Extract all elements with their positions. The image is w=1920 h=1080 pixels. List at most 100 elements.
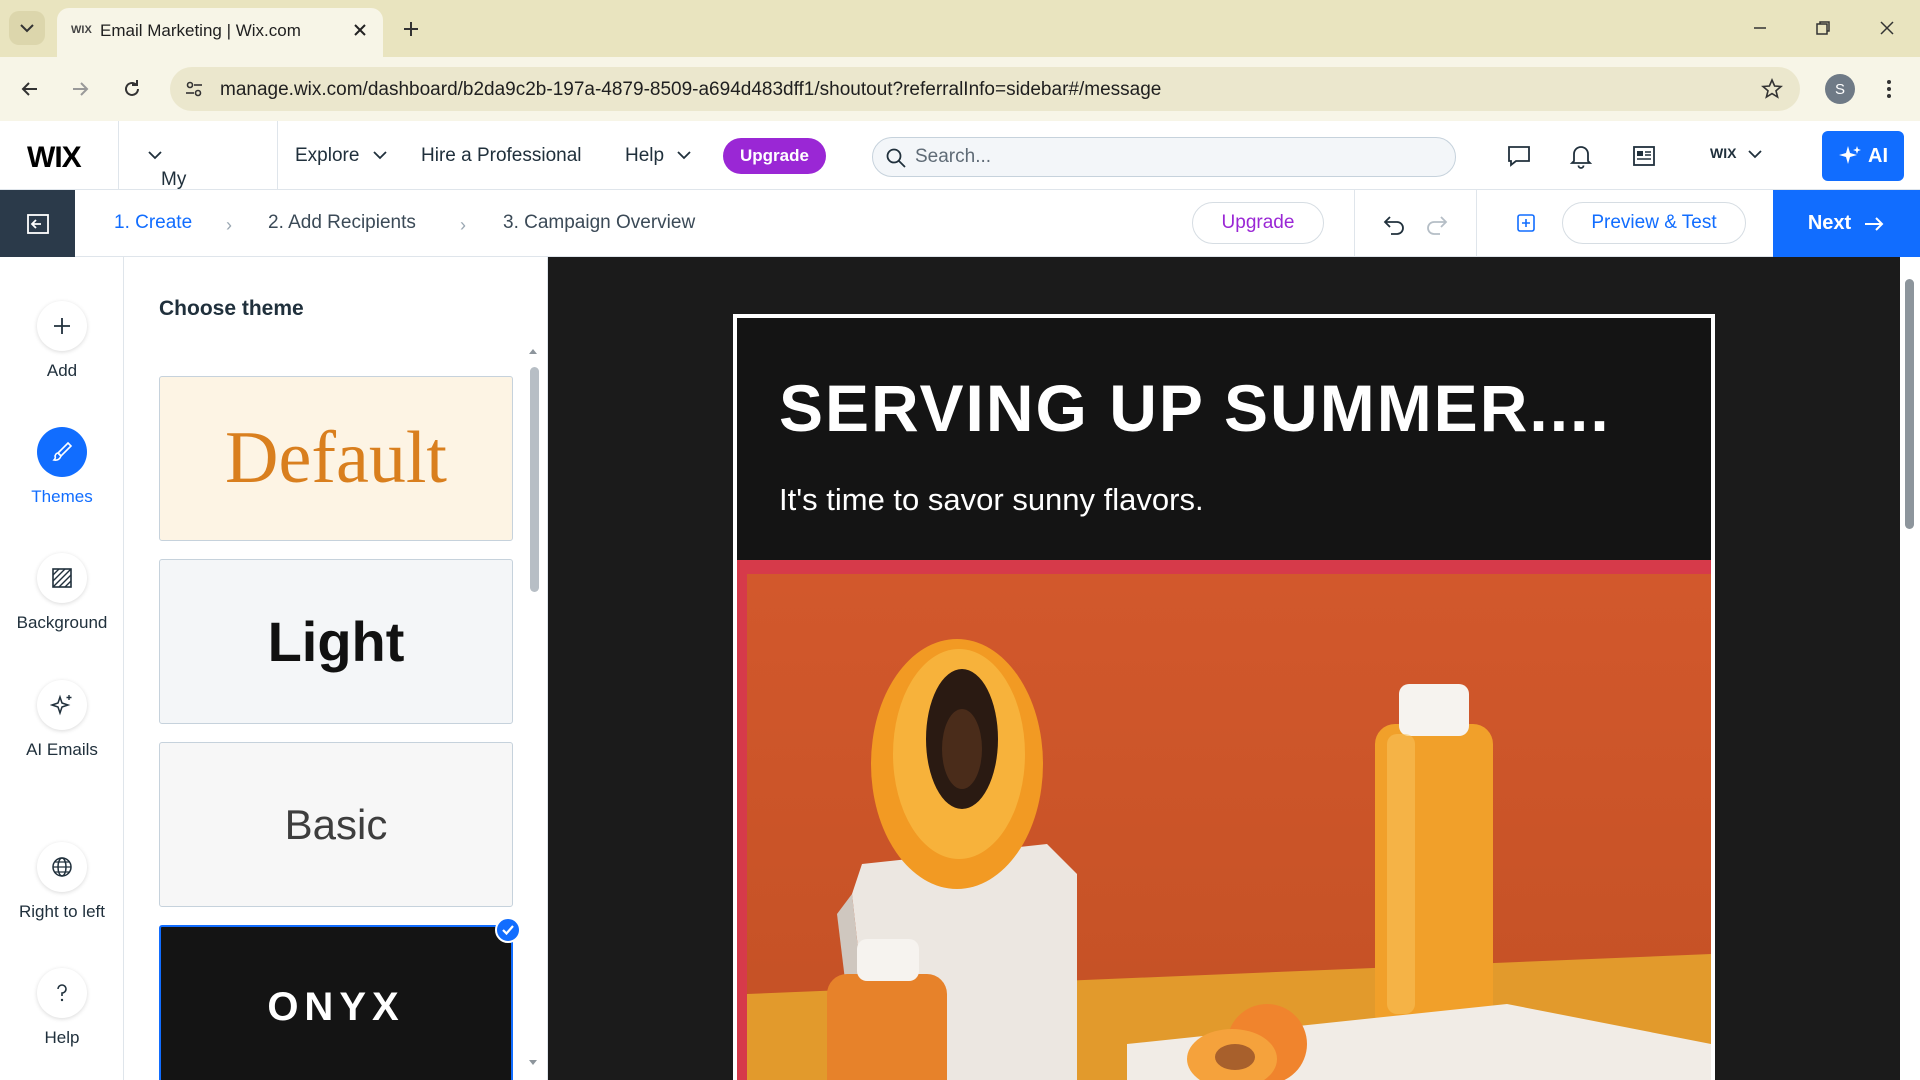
rail-item-ai-emails[interactable]: AI Emails [0, 680, 124, 780]
rail-label: Background [16, 613, 108, 632]
theme-card-onyx[interactable]: ONYX [159, 917, 521, 1080]
restore-button[interactable] [1803, 10, 1843, 46]
rail-item-background[interactable]: Background [0, 553, 124, 653]
save-template-button[interactable] [1510, 207, 1542, 239]
campaign-step-bar: 1. Create › 2. Add Recipients › 3. Campa… [0, 190, 1920, 257]
redo-button[interactable] [1421, 208, 1453, 240]
search-input[interactable] [915, 145, 1435, 169]
theme-card-default[interactable]: Default [159, 376, 513, 541]
theme-card-basic[interactable]: Basic [159, 742, 513, 907]
account-label: WIX [1710, 145, 1737, 161]
tab-close-button[interactable] [347, 17, 373, 43]
save-template-icon [1517, 214, 1535, 232]
email-headline[interactable]: SERVING UP SUMMER.... [779, 370, 1611, 446]
chevron-down-icon [373, 151, 387, 160]
divider [1476, 190, 1477, 257]
step-campaign-overview[interactable]: 3. Campaign Overview [503, 212, 695, 234]
email-canvas: SERVING UP SUMMER.... It's time to savor… [548, 257, 1900, 1080]
step-create[interactable]: 1. Create [114, 212, 192, 234]
rail-label: Add [46, 361, 78, 380]
upgrade-button[interactable]: Upgrade [723, 138, 826, 174]
hire-professional-link[interactable]: Hire a Professional [421, 145, 582, 167]
exit-icon [26, 213, 49, 234]
reload-button[interactable] [114, 71, 150, 107]
step-add-recipients[interactable]: 2. Add Recipients [268, 212, 416, 234]
chevron-right-icon: › [460, 215, 466, 235]
chevron-down-icon [1748, 150, 1762, 159]
chevron-down-icon [677, 151, 691, 160]
search-icon [886, 148, 906, 168]
explore-menu[interactable]: Explore [295, 145, 387, 167]
account-switcher[interactable]: WIX [1710, 145, 1762, 161]
email-subheadline[interactable]: It's time to savor sunny flavors. [779, 482, 1204, 518]
selected-check-icon [495, 917, 521, 943]
wix-logo[interactable]: WIX [27, 141, 82, 175]
notifications-button[interactable] [1566, 141, 1596, 171]
editor-left-rail: Add Themes Background AI Emails Right to… [0, 257, 124, 1080]
dashboard-apps-button[interactable] [1629, 141, 1659, 171]
upgrade-outline-button[interactable]: Upgrade [1192, 202, 1324, 244]
forward-button[interactable] [62, 71, 98, 107]
rail-button-help[interactable] [37, 968, 87, 1018]
theme-label-default: Default [225, 417, 447, 499]
page-scrollbar[interactable] [1900, 257, 1920, 1080]
plus-icon [404, 22, 418, 36]
chat-icon [1508, 146, 1530, 167]
star-icon [1761, 78, 1783, 99]
arrow-left-icon [21, 82, 37, 96]
minimize-icon [1754, 27, 1766, 29]
newspaper-icon [1633, 146, 1655, 166]
choose-theme-panel: Choose theme Default Light Basic ONYX [124, 257, 548, 1080]
browser-tab-active[interactable]: WIX Email Marketing | Wix.com [57, 8, 383, 57]
panel-scroll-thumb[interactable] [530, 367, 539, 592]
next-button[interactable]: Next [1773, 190, 1920, 257]
search-box [872, 137, 1456, 177]
rail-item-help[interactable]: Help [0, 968, 124, 1068]
arrow-right-icon [1865, 216, 1884, 231]
rail-item-themes[interactable]: Themes [0, 427, 124, 527]
exit-editor-button[interactable] [0, 190, 75, 257]
check-icon [502, 925, 514, 936]
email-preview[interactable]: SERVING UP SUMMER.... It's time to savor… [733, 314, 1715, 1080]
profile-avatar[interactable]: S [1825, 74, 1855, 104]
rail-button-right-to-left[interactable] [37, 842, 87, 892]
site-selector[interactable]: My Site 1 [118, 121, 278, 234]
sparkle-icon [1839, 146, 1861, 164]
ai-assistant-button[interactable]: AI [1822, 131, 1904, 181]
undo-button[interactable] [1378, 208, 1410, 240]
bookmark-button[interactable] [1758, 75, 1786, 103]
rail-button-add[interactable] [37, 301, 87, 351]
theme-label-basic: Basic [284, 800, 388, 848]
tab-search-button[interactable] [9, 11, 45, 45]
browser-menu-button[interactable] [1874, 73, 1904, 105]
address-bar[interactable]: manage.wix.com/dashboard/b2da9c2b-197a-4… [170, 67, 1800, 111]
rail-label: AI Emails [26, 740, 98, 759]
rail-label: Right to left [19, 902, 105, 921]
summer-fruit-drinks-illustration [747, 574, 1711, 1080]
theme-card-light[interactable]: Light [159, 559, 513, 724]
site-info-button[interactable] [180, 75, 208, 103]
rail-item-right-to-left[interactable]: Right to left [0, 842, 124, 942]
new-tab-button[interactable] [396, 14, 426, 44]
rail-item-add[interactable]: Add [0, 301, 124, 401]
rail-button-themes[interactable] [37, 427, 87, 477]
theme-label-light: Light [267, 610, 405, 673]
sparkle-icon [50, 694, 72, 716]
preview-test-button[interactable]: Preview & Test [1562, 202, 1746, 244]
hatch-icon [52, 568, 72, 588]
back-button[interactable] [12, 71, 48, 107]
email-hero-image[interactable] [737, 560, 1711, 1080]
panel-title: Choose theme [159, 297, 304, 320]
messages-button[interactable] [1504, 141, 1534, 171]
url-text: manage.wix.com/dashboard/b2da9c2b-197a-4… [220, 79, 1162, 100]
help-menu[interactable]: Help [625, 145, 691, 167]
close-window-button[interactable] [1867, 10, 1907, 46]
help-label: Help [625, 145, 665, 166]
theme-label-onyx: ONYX [267, 985, 405, 1029]
chevron-down-icon [20, 24, 34, 33]
scroll-up-icon [529, 349, 537, 354]
rail-button-background[interactable] [37, 553, 87, 603]
page-scroll-thumb[interactable] [1905, 279, 1914, 529]
minimize-button[interactable] [1740, 10, 1780, 46]
rail-button-ai-emails[interactable] [37, 680, 87, 730]
